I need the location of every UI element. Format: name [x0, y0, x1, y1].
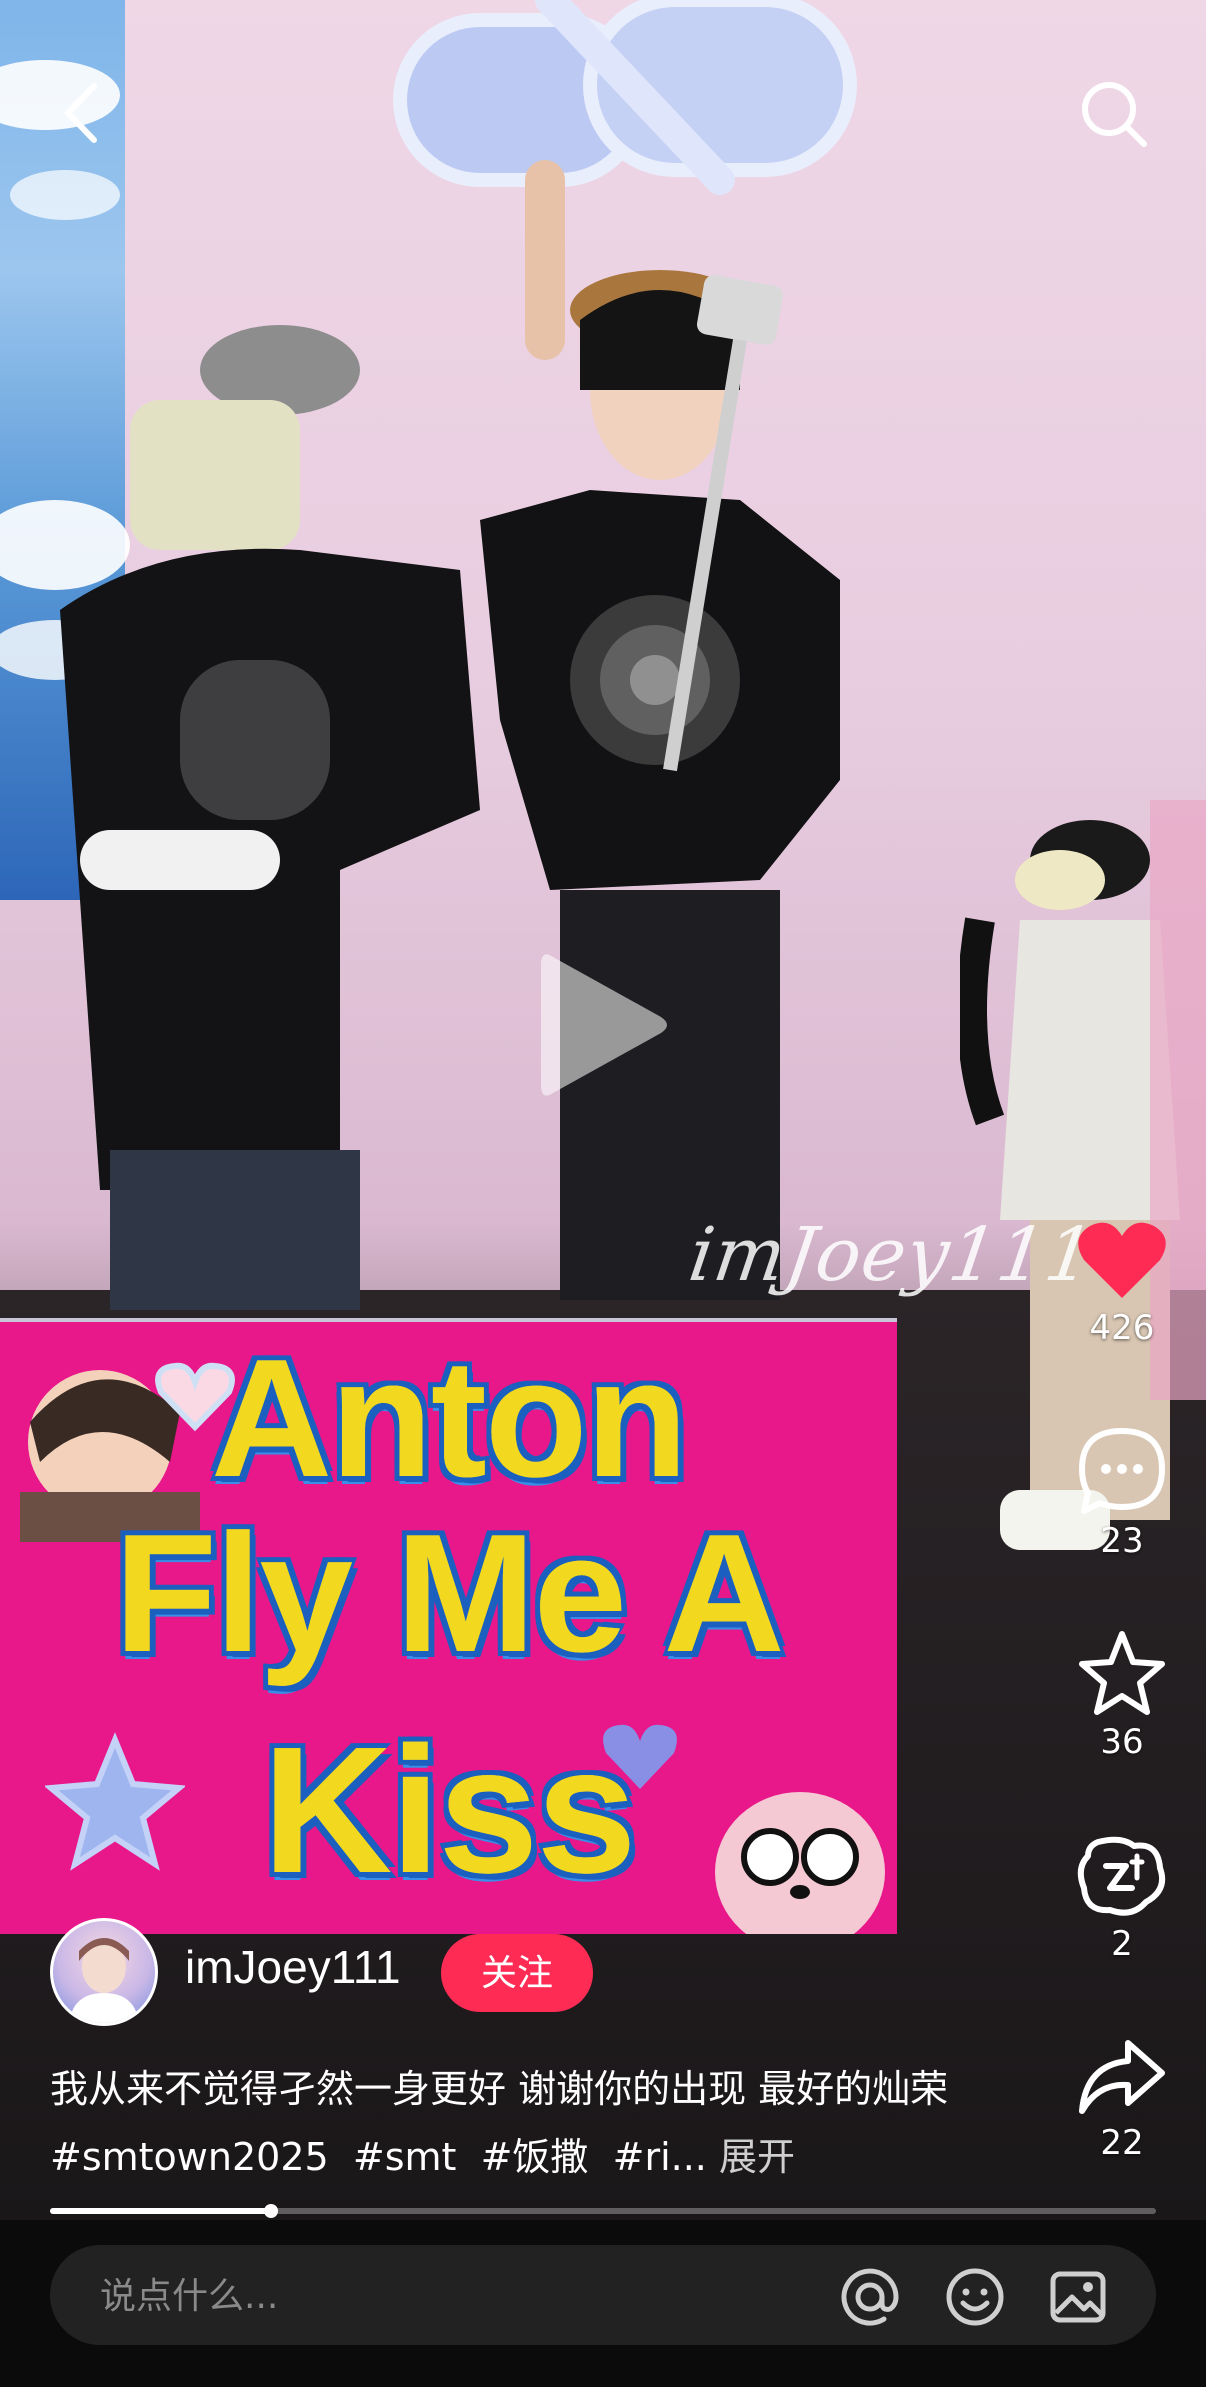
heart-icon — [1078, 1222, 1166, 1298]
comment-icon — [1079, 1428, 1165, 1514]
progress-fill — [50, 2208, 272, 2214]
share-count: 22 — [1100, 2123, 1144, 2163]
hashtag[interactable]: #ri... — [613, 2135, 707, 2179]
fan-sign: Anton Fly Me A Kiss — [0, 1318, 897, 1934]
play-icon[interactable] — [533, 945, 673, 1105]
hashtag[interactable]: #smt — [353, 2135, 457, 2179]
remix-icon — [1077, 1836, 1166, 1916]
like-button[interactable]: 426 — [1076, 1220, 1168, 1348]
share-button[interactable]: 22 — [1076, 2035, 1168, 2163]
sign-text-line3: Kiss — [262, 1710, 636, 1911]
performer-center — [480, 160, 840, 1300]
image-icon[interactable] — [1048, 2267, 1108, 2327]
remix-count: 2 — [1111, 1924, 1133, 1964]
avatar-image — [69, 1938, 139, 2023]
favorite-button[interactable]: 36 — [1076, 1628, 1168, 1762]
hashtag[interactable]: #饭撒 — [481, 2135, 589, 2179]
share-icon — [1079, 2040, 1165, 2114]
comment-count: 23 — [1100, 1521, 1144, 1561]
comment-input-container[interactable] — [50, 2245, 1156, 2345]
at-icon[interactable] — [840, 2267, 900, 2327]
search-icon[interactable] — [1078, 78, 1150, 150]
follow-button[interactable]: 关注 — [441, 1934, 593, 2012]
emoji-icon[interactable] — [945, 2267, 1005, 2327]
video-progress-bar[interactable] — [50, 2204, 1156, 2218]
chevron-left-icon[interactable] — [56, 80, 106, 146]
expand-caption-link[interactable]: 展开 — [719, 2135, 795, 2179]
comment-input[interactable] — [98, 2267, 822, 2325]
video-watermark: imJoey111 — [683, 1212, 1100, 1298]
comment-button[interactable]: 23 — [1076, 1425, 1168, 1561]
hashtag[interactable]: #smtown2025 — [50, 2135, 329, 2179]
video-player[interactable]: imJoey111 Anton Fly Me A Kiss — [0, 0, 1206, 2220]
favorite-count: 36 — [1100, 1722, 1144, 1762]
remix-button[interactable]: 2 — [1076, 1832, 1168, 1964]
like-count: 426 — [1089, 1308, 1155, 1348]
author-name[interactable]: imJoey111 — [185, 1940, 401, 1994]
sign-text-line2: Fly Me A — [114, 1499, 785, 1687]
author-avatar[interactable] — [50, 1918, 158, 2026]
star-icon — [1079, 1631, 1165, 1715]
caption-text: 我从来不觉得孑然一身更好 谢谢你的出现 最好的灿荣 — [50, 2067, 949, 2111]
sign-text-line1: Anton — [210, 1324, 688, 1512]
video-caption[interactable]: 我从来不觉得孑然一身更好 谢谢你的出现 最好的灿荣 #smtown2025 #s… — [50, 2055, 990, 2191]
